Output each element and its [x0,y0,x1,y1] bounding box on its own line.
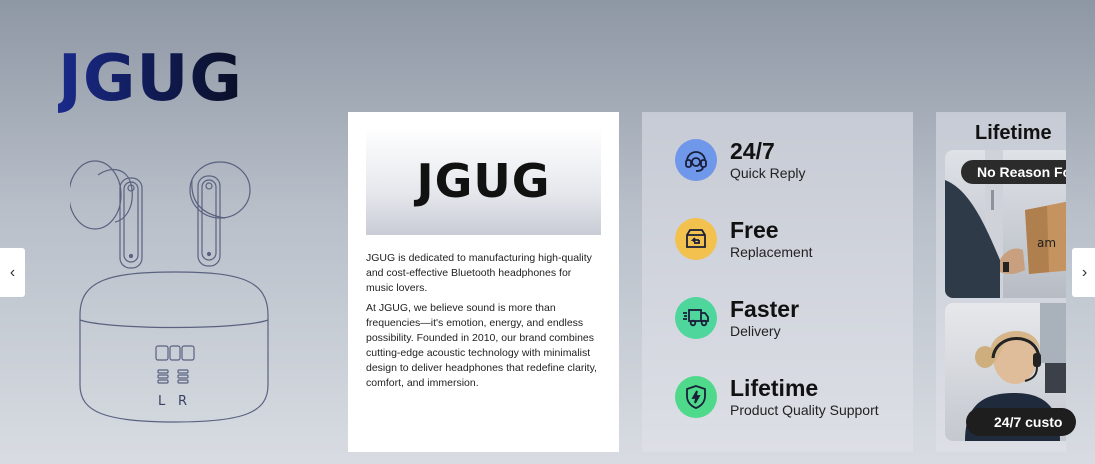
about-card: JGUG JGUG is dedicated to manufacturing … [348,112,619,452]
feature-delivery: Faster Delivery [675,296,799,340]
about-description: JGUG is dedicated to manufacturing high-… [366,251,601,391]
headset-support-icon [675,139,717,181]
carousel-prev-button[interactable]: ‹ [0,248,25,297]
feature-subtitle: Quick Reply [730,165,806,181]
delivery-truck-icon [675,297,717,339]
about-paragraph-2: At JGUG, we believe sound is more than f… [366,302,597,389]
feature-replacement: Free Replacement [675,217,813,261]
feature-title: Faster [730,296,800,322]
case-label-right: R [178,394,187,409]
feature-subtitle: Replacement [730,244,813,260]
promo-pill-no-reason: No Reason Fo [961,160,1066,184]
box-logo-text: am [1037,236,1056,250]
box-return-icon [675,218,717,260]
feature-lifetime-support: Lifetime Product Quality Support [675,375,879,419]
earbuds-product-image: L R [70,160,269,423]
chevron-right-icon: › [1081,263,1088,281]
case-label-left: L [158,394,166,409]
promo-card: Lifetime am No Reason Fo [936,112,1066,452]
chevron-left-icon: ‹ [9,263,16,281]
carousel-next-button[interactable]: › [1072,248,1095,297]
feature-subtitle: Product Quality Support [730,402,879,418]
about-banner: JGUG [366,127,601,235]
promo-pill-support: 24/7 custo [966,408,1077,436]
brand-logo: JGUG [58,42,243,116]
feature-title: 24/7 [730,138,775,164]
about-paragraph-1: JGUG is dedicated to manufacturing high-… [366,252,592,294]
feature-title: Lifetime [730,375,819,401]
feature-title: Free [730,217,779,243]
promo-title: Lifetime [975,122,1052,144]
banner-logo: JGUG [416,154,551,208]
features-card: 24/7 Quick Reply Free Replacement Faster… [642,112,913,452]
feature-subtitle: Delivery [730,323,781,339]
feature-quick-reply: 24/7 Quick Reply [675,138,805,182]
shield-bolt-icon [675,376,717,418]
